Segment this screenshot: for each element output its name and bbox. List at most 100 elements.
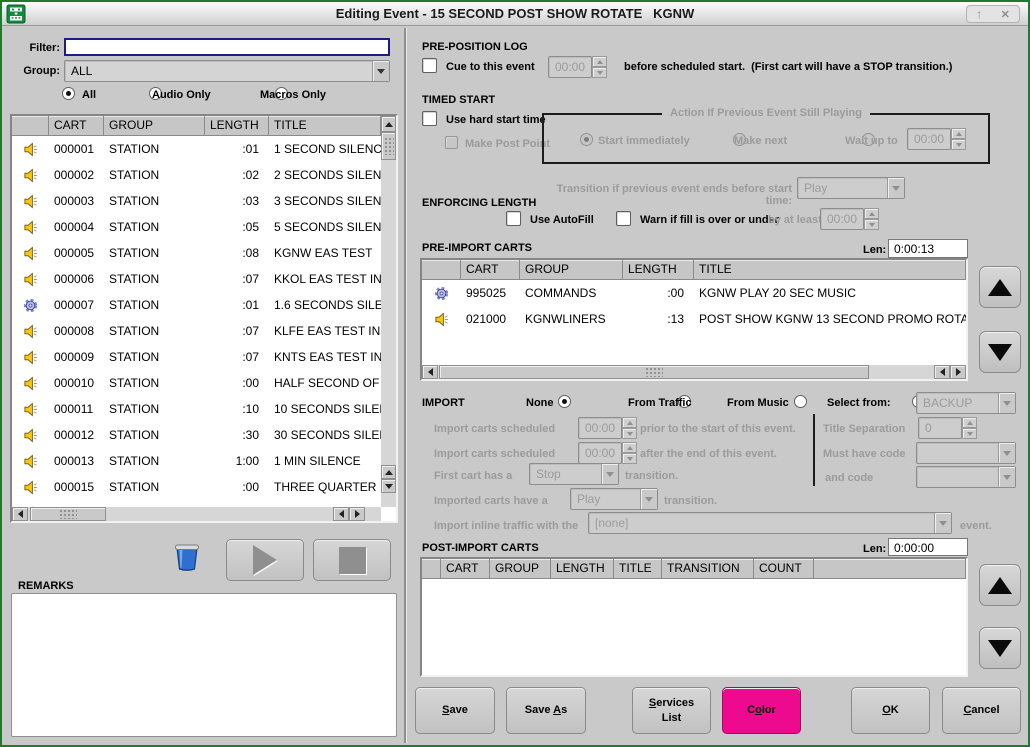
save-as-button[interactable]: Save As — [506, 687, 586, 734]
column-header[interactable]: GROUP — [490, 559, 551, 578]
table-row[interactable]: 995025COMMANDS:00KGNW PLAY 20 SEC MUSIC — [422, 280, 966, 306]
table-row[interactable]: 000001STATION:011 SECOND SILENCE — [12, 136, 381, 162]
scroll-right-icon[interactable] — [950, 365, 966, 379]
remarks-textarea[interactable] — [11, 593, 397, 737]
audio-cart-icon — [23, 428, 38, 443]
ok-button[interactable]: OK — [851, 687, 930, 734]
pre-import-rows: 995025COMMANDS:00KGNW PLAY 20 SEC MUSIC0… — [422, 280, 966, 365]
pre-position-log-section: PRE-POSITION LOG — [422, 41, 528, 53]
column-header[interactable]: LENGTH — [551, 559, 614, 578]
radio-all-label: All — [82, 89, 96, 101]
table-row[interactable]: 000005STATION:08KGNW EAS TEST — [12, 240, 381, 266]
spin-down-icon — [864, 219, 879, 230]
cue-to-event-checkbox[interactable] — [422, 58, 437, 73]
audio-cart-icon — [23, 454, 38, 469]
warn-fill-label: Warn if fill is over or under — [640, 214, 779, 226]
scroll-down-icon[interactable] — [381, 479, 396, 493]
post-import-move-down-button[interactable] — [979, 627, 1021, 669]
table-row[interactable]: 000013STATION1:001 MIN SILENCE — [12, 448, 381, 474]
column-header[interactable]: GROUP — [104, 116, 205, 135]
spin-up-icon — [864, 208, 879, 219]
chevron-down-icon[interactable] — [372, 61, 389, 81]
radio-make-next-label: Make next — [734, 135, 787, 147]
title-cell: KKOL EAS TEST IN — [269, 272, 381, 286]
column-header[interactable]: TRANSITION — [662, 559, 754, 578]
group-select[interactable]: ALL — [64, 60, 390, 82]
column-header[interactable]: CART — [49, 116, 104, 135]
scroll-left-icon[interactable] — [12, 507, 28, 521]
column-header[interactable]: LENGTH — [205, 116, 269, 135]
chevron-down-icon — [601, 464, 618, 484]
column-header[interactable]: LENGTH — [623, 260, 694, 279]
length-cell: 1:00 — [205, 454, 269, 468]
library-vscroll-thumb[interactable] — [381, 132, 396, 160]
table-row[interactable]: 000009STATION:07KNTS EAS TEST IN — [12, 344, 381, 370]
library-vscroll[interactable] — [381, 116, 396, 507]
scroll-left-icon[interactable] — [934, 365, 950, 379]
radio-all[interactable] — [62, 87, 75, 100]
autofill-checkbox[interactable] — [506, 211, 521, 226]
scroll-up-icon[interactable] — [381, 116, 396, 132]
services-list-button[interactable]: Services List — [632, 687, 711, 734]
play-button[interactable] — [226, 539, 304, 581]
table-row[interactable]: 000008STATION:07KLFE EAS TEST IN — [12, 318, 381, 344]
table-row[interactable]: 000015STATION:00THREE QUARTER — [12, 474, 381, 500]
post-import-move-up-button[interactable] — [979, 564, 1021, 606]
cart-cell: 000005 — [49, 246, 104, 260]
pre-import-section: PRE-IMPORT CARTS — [422, 242, 532, 254]
color-button[interactable]: Color — [722, 687, 801, 734]
titlebar[interactable]: Editing Event - 15 SECOND POST SHOW ROTA… — [2, 2, 1028, 26]
radio-from-music[interactable] — [794, 395, 807, 408]
table-row[interactable]: 000012STATION:3030 SECONDS SILENCE — [12, 422, 381, 448]
table-row[interactable]: 000003STATION:033 SECONDS SILENCE — [12, 188, 381, 214]
spin-up-icon — [962, 417, 977, 428]
table-row[interactable]: 000006STATION:07KKOL EAS TEST IN — [12, 266, 381, 292]
column-header[interactable]: COUNT — [754, 559, 814, 578]
filter-input[interactable] — [64, 38, 390, 56]
table-row[interactable]: 000010STATION:00HALF SECOND OF — [12, 370, 381, 396]
column-header[interactable]: CART — [461, 260, 520, 279]
column-header[interactable]: CART — [441, 559, 490, 578]
radio-import-none[interactable] — [558, 395, 571, 408]
cart-type-cell — [12, 324, 49, 339]
scroll-left-icon[interactable] — [422, 365, 438, 379]
audio-cart-icon — [434, 312, 449, 327]
column-header-icon[interactable] — [422, 559, 441, 578]
edit-event-dialog: Editing Event - 15 SECOND POST SHOW ROTA… — [0, 0, 1030, 747]
library-header: CARTGROUPLENGTHTITLE — [12, 116, 381, 136]
save-button[interactable]: Save — [415, 687, 495, 734]
pre-import-hscroll-thumb[interactable] — [439, 365, 869, 379]
scroll-left-icon[interactable] — [333, 507, 349, 521]
radio-start-immediately — [580, 133, 593, 146]
cart-type-cell — [12, 194, 49, 209]
column-header[interactable]: TITLE — [694, 260, 966, 279]
pre-import-move-down-button[interactable] — [979, 331, 1021, 373]
length-cell: :10 — [205, 402, 269, 416]
scroll-right-icon[interactable] — [349, 507, 365, 521]
hard-start-checkbox[interactable] — [422, 111, 437, 126]
import-section: IMPORT — [422, 397, 465, 409]
scroll-up-icon[interactable] — [381, 465, 396, 479]
column-header-icon[interactable] — [12, 116, 49, 135]
cancel-button[interactable]: Cancel — [942, 687, 1021, 734]
close-icon[interactable] — [1001, 5, 1010, 23]
pre-import-len-field[interactable]: 0:00:13 — [888, 239, 968, 258]
table-row[interactable]: 000004STATION:055 SECONDS SILENCE — [12, 214, 381, 240]
post-import-len-field[interactable]: 0:00:00 — [888, 538, 968, 556]
column-header[interactable]: GROUP — [520, 260, 623, 279]
audio-cart-icon — [23, 350, 38, 365]
table-row[interactable]: 000007STATION:011.6 SECONDS SILENCE — [12, 292, 381, 318]
delete-bucket-icon[interactable] — [172, 540, 202, 577]
sched-after-suffix: after the end of this event. — [640, 448, 777, 460]
table-row[interactable]: 000002STATION:022 SECONDS SILENCE — [12, 162, 381, 188]
stop-button[interactable] — [313, 539, 391, 581]
table-row[interactable]: 021000KGNWLINERS:13POST SHOW KGNW 13 SEC… — [422, 306, 966, 332]
column-header[interactable]: TITLE — [269, 116, 381, 135]
warn-fill-checkbox[interactable] — [616, 211, 631, 226]
column-header-icon[interactable] — [422, 260, 461, 279]
table-row[interactable]: 000011STATION:1010 SECONDS SILENCE — [12, 396, 381, 422]
pre-import-move-up-button[interactable] — [979, 266, 1021, 308]
restore-icon[interactable] — [976, 5, 982, 23]
library-hscroll-thumb[interactable] — [30, 507, 106, 521]
column-header[interactable]: TITLE — [614, 559, 662, 578]
